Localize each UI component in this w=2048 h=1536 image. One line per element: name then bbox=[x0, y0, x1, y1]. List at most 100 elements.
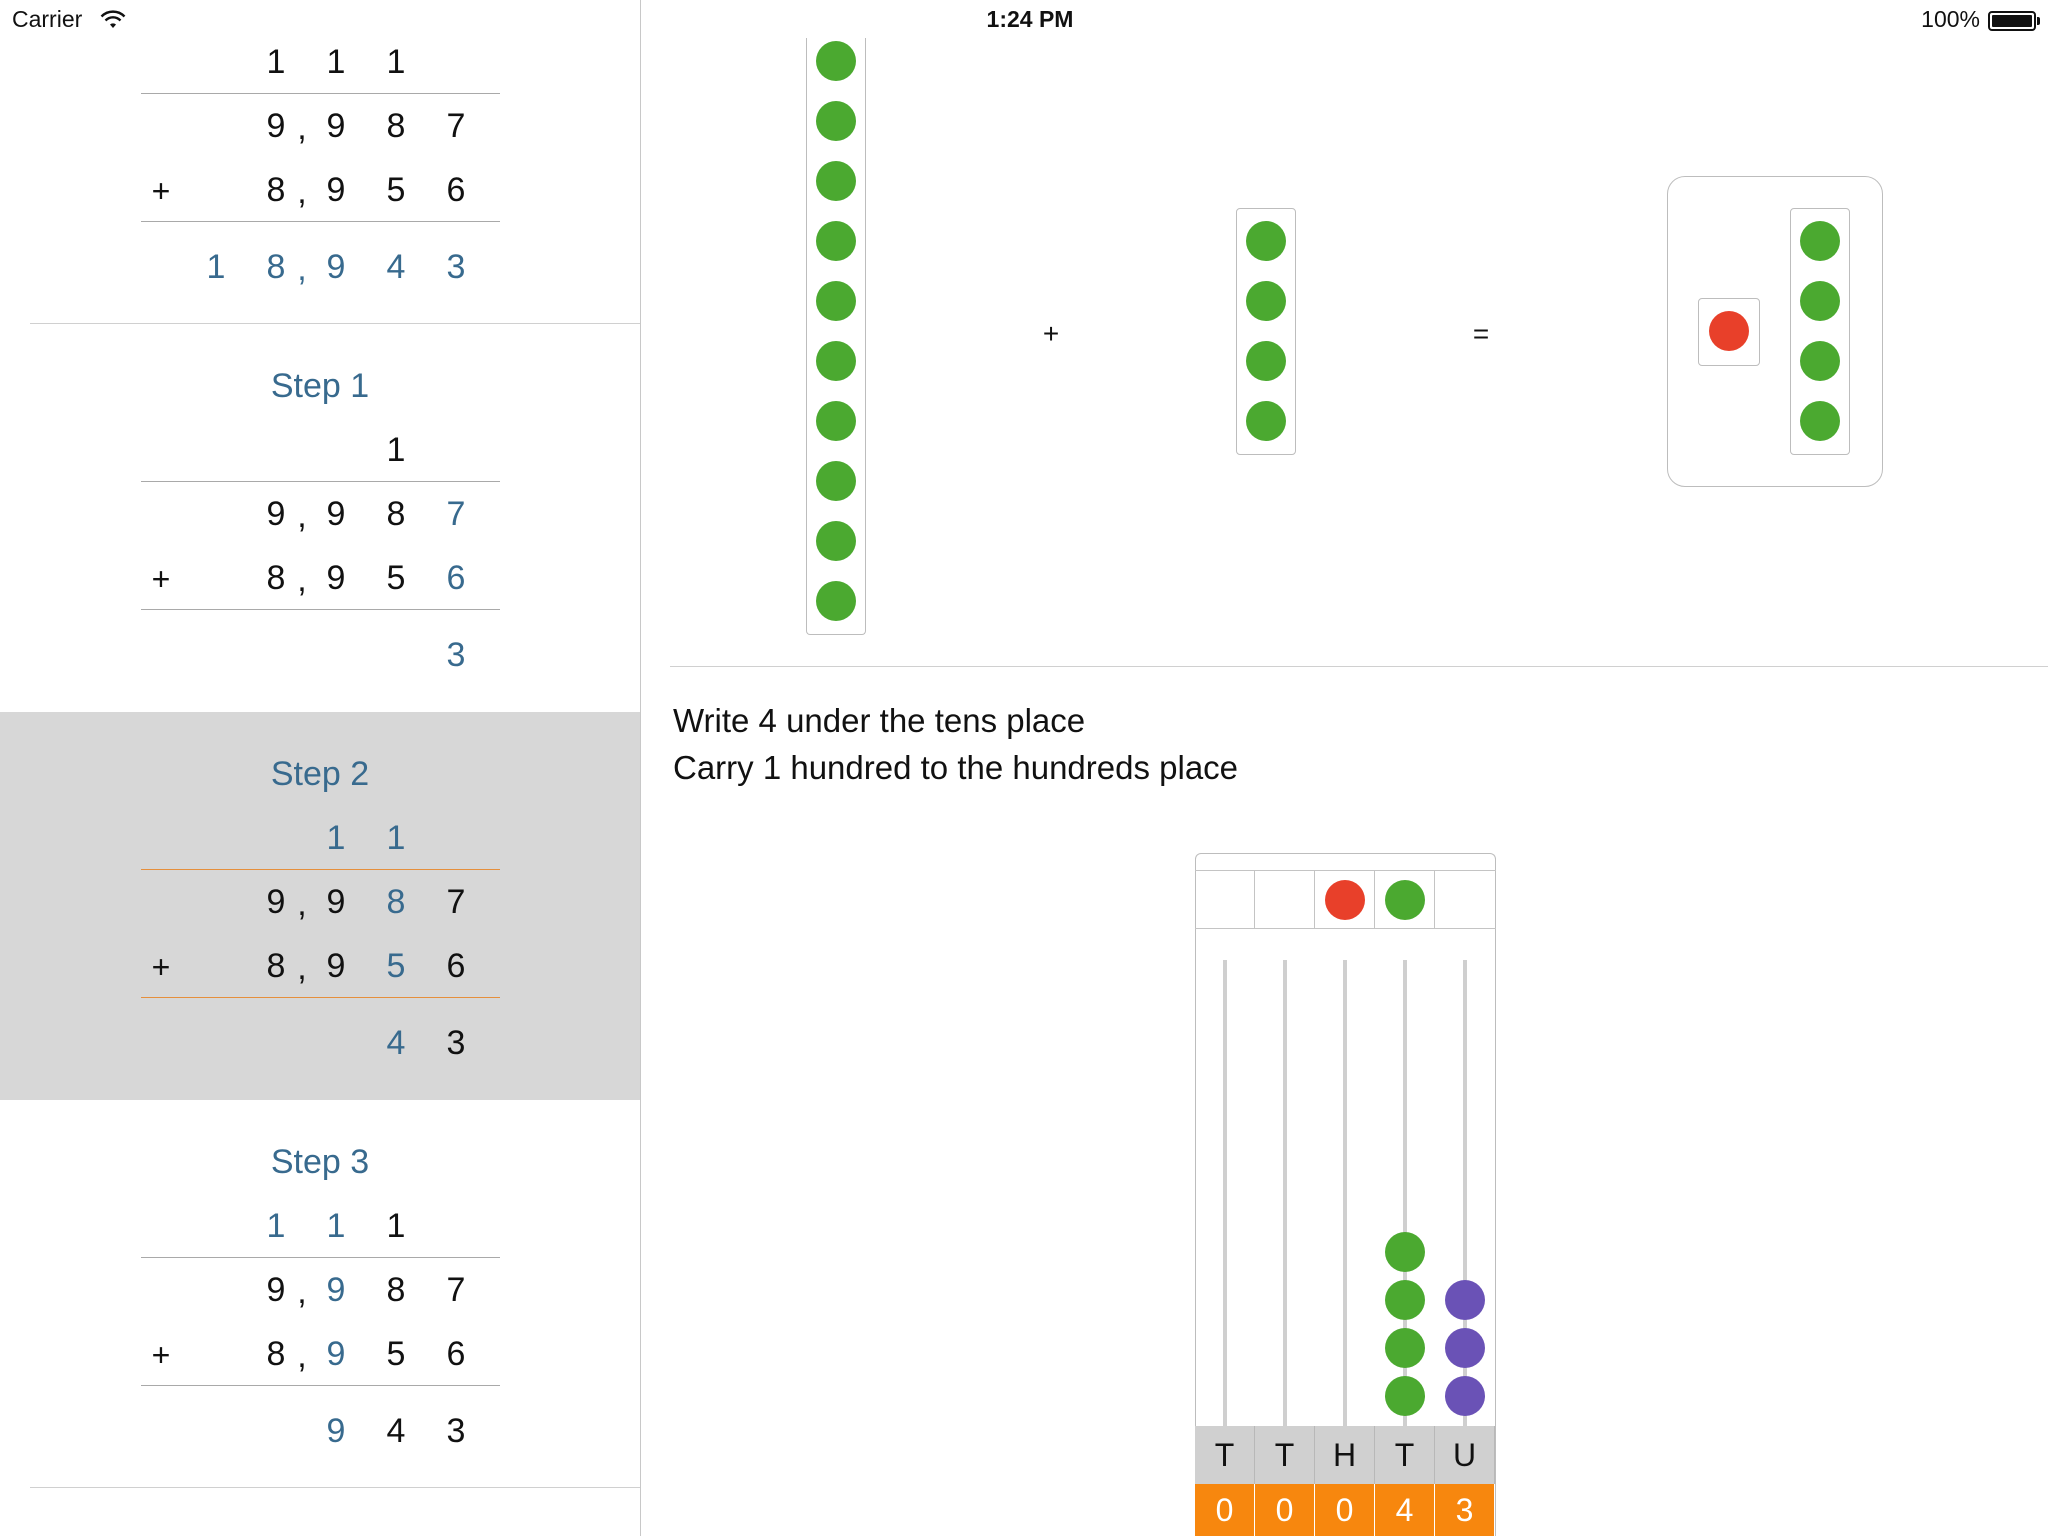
green-bead bbox=[1246, 341, 1286, 381]
purple-bead bbox=[1445, 1328, 1485, 1368]
green-bead bbox=[816, 221, 856, 261]
divider bbox=[141, 1257, 500, 1258]
step-row-1[interactable]: Step 1 1 9 , 9 8 7 + 8 , 9 5 6 3 bbox=[0, 324, 640, 712]
green-bead bbox=[1385, 1232, 1425, 1272]
carry-digit: 1 bbox=[266, 43, 286, 81]
carry-digit: 1 bbox=[326, 819, 346, 857]
purple-bead bbox=[1445, 1280, 1485, 1320]
step-title: Step 1 bbox=[270, 367, 370, 405]
place-value-digit: 0 bbox=[1255, 1484, 1315, 1536]
sum-digit: 1 bbox=[206, 248, 226, 286]
step-row-2[interactable]: Step 2 1 1 9 , 9 8 7 + 8 , 9 5 6 4 3 bbox=[0, 712, 640, 1100]
divider bbox=[141, 997, 500, 998]
carry-digit: 1 bbox=[326, 43, 346, 81]
result-digit: 4 bbox=[386, 1024, 406, 1062]
green-bead bbox=[1800, 341, 1840, 381]
battery-tip bbox=[2037, 17, 2040, 25]
green-bead bbox=[1800, 401, 1840, 441]
green-bead bbox=[1385, 1328, 1425, 1368]
carry-digit: 1 bbox=[386, 43, 406, 81]
tray-cell[interactable] bbox=[1435, 871, 1495, 929]
green-bead bbox=[1246, 281, 1286, 321]
sum-digit: 3 bbox=[446, 248, 466, 286]
green-bead bbox=[1246, 401, 1286, 441]
place-value-digit: 0 bbox=[1315, 1484, 1375, 1536]
addend1-digit: 9 bbox=[326, 107, 346, 145]
thousands-comma: , bbox=[297, 561, 307, 599]
green-bead bbox=[816, 161, 856, 201]
green-bead bbox=[816, 581, 856, 621]
result-digit: 9 bbox=[326, 1412, 346, 1450]
addend2-digit: 8 bbox=[266, 1335, 286, 1373]
green-bead bbox=[816, 341, 856, 381]
addend1-digit: 7 bbox=[446, 495, 466, 533]
green-bead bbox=[816, 521, 856, 561]
result-digit: 3 bbox=[446, 1412, 466, 1450]
plus-sign: + bbox=[151, 561, 171, 597]
green-bead bbox=[816, 101, 856, 141]
green-bead bbox=[816, 41, 856, 81]
addend1-digit: 9 bbox=[266, 495, 286, 533]
problem-summary[interactable]: 1 1 1 9 , 9 8 7 + 8 , 9 5 6 1 8 , 9 4 3 bbox=[0, 0, 640, 324]
addend2-digit: 5 bbox=[386, 1335, 406, 1373]
addend2-digit: 8 bbox=[266, 947, 286, 985]
divider bbox=[141, 93, 500, 94]
sum-digit: 4 bbox=[386, 248, 406, 286]
addend1-digit: 9 bbox=[326, 883, 346, 921]
thousands-comma: , bbox=[297, 949, 307, 987]
addend2-digit: 5 bbox=[386, 559, 406, 597]
thousands-comma: , bbox=[297, 250, 307, 288]
tray-cell[interactable] bbox=[1255, 871, 1315, 929]
thousands-comma: , bbox=[297, 497, 307, 535]
carry-digit: 1 bbox=[386, 819, 406, 857]
row-separator bbox=[30, 1487, 640, 1488]
steps-sidebar: 1 1 1 9 , 9 8 7 + 8 , 9 5 6 1 8 , 9 4 3 … bbox=[0, 0, 641, 1536]
green-bead bbox=[1800, 221, 1840, 261]
carry-digit: 1 bbox=[386, 431, 406, 469]
addend1-digit: 8 bbox=[386, 1271, 406, 1309]
purple-bead bbox=[1445, 1376, 1485, 1416]
status-time: 1:24 PM bbox=[986, 6, 1074, 32]
result-digit: 3 bbox=[446, 636, 466, 674]
result-digit: 3 bbox=[446, 1024, 466, 1062]
addend2-digit: 9 bbox=[326, 559, 346, 597]
addend2-digit: 9 bbox=[326, 947, 346, 985]
addend1-digit: 9 bbox=[326, 1271, 346, 1309]
battery-icon bbox=[1988, 11, 2036, 31]
addend1-digit: 9 bbox=[266, 1271, 286, 1309]
step-row-3[interactable]: Step 3 1 1 1 9 , 9 8 7 + 8 , 9 5 6 9 4 3 bbox=[0, 1100, 640, 1488]
green-bead bbox=[1800, 281, 1840, 321]
addend1-digit: 8 bbox=[386, 107, 406, 145]
addend2-digit: 9 bbox=[326, 171, 346, 209]
pane-divider bbox=[670, 666, 2048, 667]
addend2-digit: 5 bbox=[386, 171, 406, 209]
addend2-digit: 6 bbox=[446, 559, 466, 597]
thousands-comma: , bbox=[297, 109, 307, 147]
sum-digit: 9 bbox=[326, 248, 346, 286]
instruction-line-2: Carry 1 hundred to the hundreds place bbox=[673, 749, 1239, 786]
step-title: Step 3 bbox=[270, 1143, 370, 1181]
addend1-digit: 9 bbox=[326, 495, 346, 533]
thousands-comma: , bbox=[297, 885, 307, 923]
equals-operator: = bbox=[1472, 318, 1490, 349]
red-tray-bead bbox=[1325, 880, 1365, 920]
addend1-digit: 9 bbox=[266, 883, 286, 921]
plus-sign: + bbox=[151, 949, 171, 985]
thousands-comma: , bbox=[297, 1273, 307, 1311]
plus-sign: + bbox=[151, 1337, 171, 1373]
divider bbox=[141, 869, 500, 870]
abacus-rod bbox=[1223, 960, 1227, 1426]
addend2-digit: 6 bbox=[446, 1335, 466, 1373]
addend2-digit: 6 bbox=[446, 947, 466, 985]
place-value-digit: 4 bbox=[1375, 1484, 1435, 1536]
addend1-digit: 9 bbox=[266, 107, 286, 145]
green-bead bbox=[816, 281, 856, 321]
place-value-label: H bbox=[1315, 1426, 1375, 1484]
carry-digit: 1 bbox=[266, 1207, 286, 1245]
place-value-label: T bbox=[1195, 1426, 1255, 1484]
green-bead bbox=[1385, 1376, 1425, 1416]
tray-cell[interactable] bbox=[1195, 871, 1255, 929]
battery-percent: 100% bbox=[1921, 6, 1980, 32]
step-title: Step 2 bbox=[270, 755, 370, 793]
green-bead bbox=[1246, 221, 1286, 261]
